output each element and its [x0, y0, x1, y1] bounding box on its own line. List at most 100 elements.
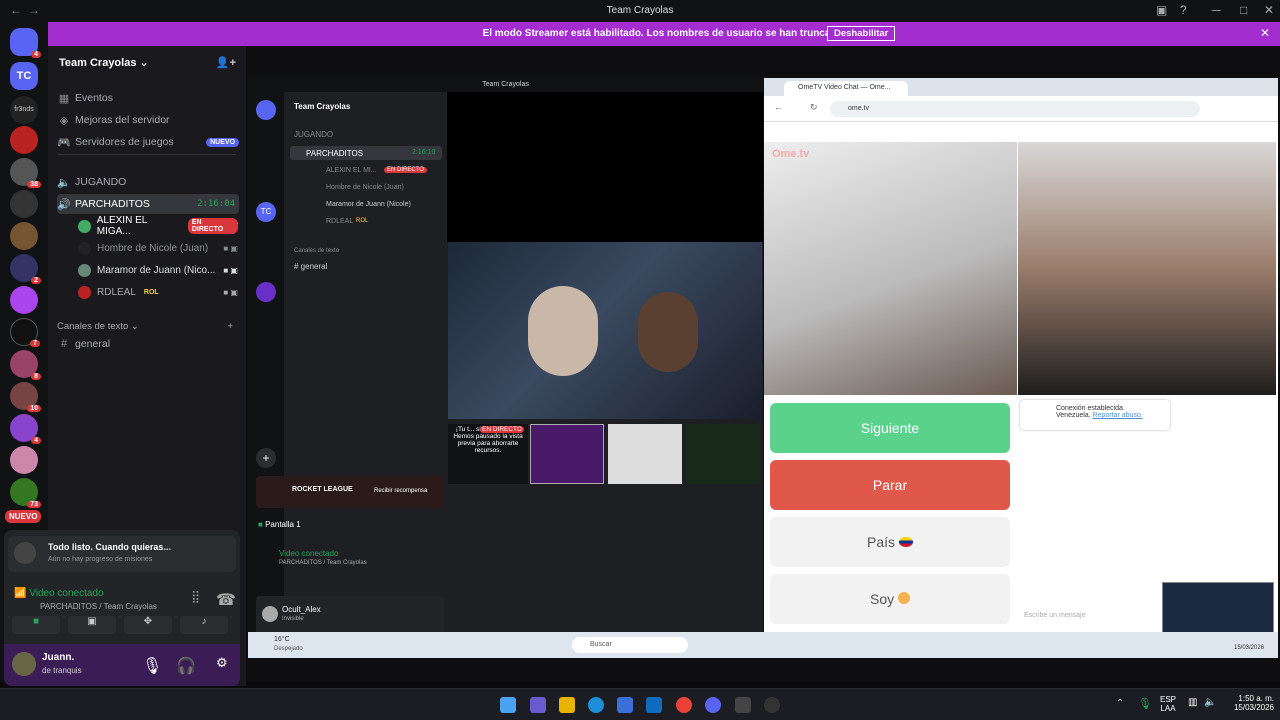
- language-indicator[interactable]: ESP LAA: [1160, 695, 1176, 713]
- back-icon[interactable]: ←: [774, 102, 783, 112]
- siguiente-button[interactable]: Siguiente: [770, 403, 1010, 453]
- mail-icon[interactable]: [646, 697, 662, 713]
- address-bar[interactable]: ome.tv: [830, 101, 1200, 117]
- server-icon-6[interactable]: [10, 222, 38, 250]
- voice-user-row[interactable]: Maramor de Juann (Nico... ■ ▣: [78, 261, 238, 279]
- disconnect-icon[interactable]: ☎: [216, 590, 236, 610]
- boy-emoji-icon: [898, 592, 910, 604]
- screen-icon: ■: [258, 520, 263, 529]
- voice-channel-parchaditos[interactable]: 🔊 PARCHADITOS 2:16:04: [57, 194, 239, 214]
- boosts-item[interactable]: ◈ Mejoras del servidor: [57, 110, 239, 130]
- file-explorer-icon[interactable]: [559, 697, 575, 713]
- text-category[interactable]: Canales de texto ⌄ +: [57, 316, 239, 336]
- stage-black: [447, 92, 763, 242]
- country-button[interactable]: País: [770, 517, 1010, 567]
- inner-taskbar: 16°C Despejado Buscar 15/03/2026: [248, 632, 1278, 658]
- app-icon[interactable]: [735, 697, 751, 713]
- discord-icon[interactable]: [705, 697, 721, 713]
- server-tc-icon[interactable]: TC: [10, 62, 38, 90]
- chat-input[interactable]: Escribe un mensaje: [1024, 612, 1085, 619]
- copilot-icon[interactable]: [530, 697, 546, 713]
- ometv-logo: Ome.tv: [772, 148, 810, 160]
- stream-thumb-2[interactable]: [608, 424, 682, 484]
- server-icon-10[interactable]: 8: [10, 350, 41, 380]
- voice-channel-jugando[interactable]: 🔈 JUGANDO: [57, 172, 239, 192]
- quest-card[interactable]: Todo listo. Cuando quieras... Aún no hay…: [8, 536, 236, 572]
- volume-icon[interactable]: 🔈: [1204, 697, 1216, 708]
- avatar: [78, 241, 91, 255]
- camera-icon: ■ ▣: [223, 243, 238, 253]
- server-fr3nds-icon[interactable]: fr3nds: [10, 96, 38, 124]
- headphones-icon[interactable]: 🎧: [176, 656, 196, 676]
- server-icon-12[interactable]: 4: [10, 414, 41, 444]
- start-icon[interactable]: [500, 697, 516, 713]
- discord-home-icon[interactable]: 4: [10, 28, 41, 58]
- screen-share-button[interactable]: ▣: [68, 616, 116, 634]
- server-icon-14[interactable]: 73: [10, 478, 41, 508]
- store-icon[interactable]: [617, 697, 633, 713]
- calendar-icon: ▦: [58, 92, 70, 105]
- add-channel-icon[interactable]: +: [227, 321, 233, 332]
- server-gta-2-icon[interactable]: 10: [10, 382, 41, 412]
- inner-discord-window: Team Crayolas TC + Team Crayolas JUGANDO…: [248, 78, 763, 658]
- server-icon-13[interactable]: [10, 446, 38, 474]
- server-securitate-icon[interactable]: [10, 126, 38, 154]
- server-header[interactable]: Team Crayolas ⌄ 👤+: [48, 46, 246, 78]
- maximize-icon[interactable]: □: [1240, 3, 1247, 17]
- divider: [58, 154, 236, 155]
- voice-user-row[interactable]: RDLEAL ROL ■ ▣: [78, 283, 238, 301]
- reload-icon[interactable]: ↻: [810, 102, 818, 113]
- close-icon[interactable]: ✕: [1264, 3, 1274, 17]
- streamer-message: El modo Streamer está habilitado. Los no…: [482, 28, 846, 39]
- server-gta-icon[interactable]: [10, 190, 38, 218]
- new-badge: NUEVO: [206, 137, 239, 147]
- self-video: [1018, 142, 1276, 395]
- inbox-icon[interactable]: ▣: [1156, 3, 1167, 17]
- server-icon-7[interactable]: 2: [10, 254, 41, 284]
- camera-icon: ■ ▣: [223, 287, 238, 297]
- camera-button[interactable]: ■: [12, 616, 60, 634]
- video-feed[interactable]: [448, 242, 762, 419]
- close-banner-icon[interactable]: ✕: [1260, 26, 1270, 40]
- app-icon-2[interactable]: [764, 697, 780, 713]
- activities-button[interactable]: ✥: [124, 616, 172, 634]
- microphone-icon[interactable]: 🎙: [142, 656, 162, 676]
- avatar: [78, 285, 91, 299]
- noise-suppression-icon[interactable]: ⦙⦙: [192, 590, 199, 608]
- edge-icon[interactable]: [588, 697, 604, 713]
- gender-button[interactable]: Soy: [770, 574, 1010, 624]
- tray-chevron-icon[interactable]: ⌃: [1116, 698, 1124, 709]
- settings-icon[interactable]: ⚙: [216, 655, 228, 671]
- boost-icon: ◈: [59, 114, 69, 127]
- report-link[interactable]: Reportar abuso.: [1093, 412, 1143, 419]
- minimize-icon[interactable]: ─: [1212, 3, 1221, 17]
- server-icon-8[interactable]: [10, 286, 38, 314]
- mic-tray-icon[interactable]: 🎙: [1138, 697, 1152, 710]
- clock[interactable]: 1:50 a. m. 15/03/2026: [1224, 694, 1274, 712]
- soundboard-button[interactable]: ♪: [180, 616, 228, 634]
- help-icon[interactable]: ?: [1180, 3, 1187, 17]
- chat-message: Conexión establecida. Venezuela. Reporta…: [1020, 400, 1170, 430]
- parar-button[interactable]: Parar: [770, 460, 1010, 510]
- voice-user-row[interactable]: Hombre de Nicole (Juan) ■ ▣: [78, 239, 238, 257]
- stream-thumb-3[interactable]: [686, 424, 760, 484]
- speaker-icon: 🔈: [57, 176, 71, 189]
- taskbar: ⌃ 🎙 ESP LAA ▥ 🔈 1:50 a. m. 15/03/2026: [0, 688, 1280, 720]
- stream-thumb-1[interactable]: [530, 424, 604, 484]
- add-member-icon[interactable]: 👤+: [216, 56, 236, 69]
- inner-server-list: TC +: [248, 92, 284, 658]
- text-channel-general[interactable]: # general: [57, 334, 239, 354]
- tab-ometv[interactable]: OmeTV Video Chat — Ome...: [784, 81, 908, 96]
- events-item[interactable]: ▦ Eventos: [57, 88, 239, 108]
- screen-label: ■ Pantalla 1: [258, 520, 301, 529]
- server-icon-4[interactable]: 38: [10, 158, 41, 188]
- preview-paused-note: EN DIRECTO ¡Tu t... sigue en curso! Hemo…: [448, 424, 528, 484]
- voice-user-row[interactable]: ALEXIN EL MIGA... EN DIRECTO: [78, 215, 238, 237]
- disable-streamer-button[interactable]: Deshabilitar: [827, 26, 896, 41]
- voice-channel-path: PARCHADITOS / Team Crayolas: [40, 602, 157, 611]
- network-icon[interactable]: ▥: [1188, 697, 1197, 708]
- server-thefork-icon[interactable]: 7: [10, 318, 40, 347]
- game-servers-item[interactable]: 🎮 Servidores de juegos NUEVO: [57, 132, 239, 152]
- chrome-icon[interactable]: [676, 697, 692, 713]
- person-2: [638, 292, 698, 372]
